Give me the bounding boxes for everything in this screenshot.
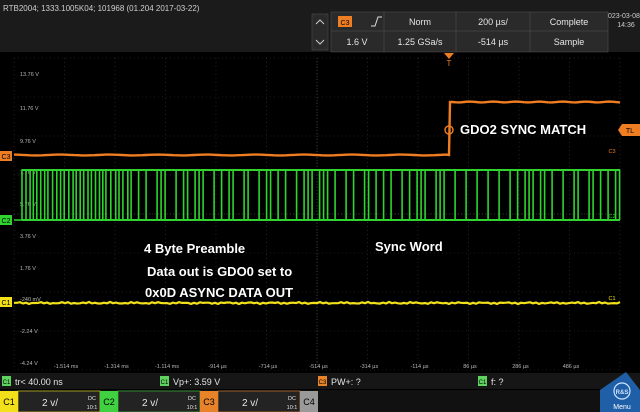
measurement-channel: C3 — [319, 380, 327, 386]
channel-coupling: DC — [288, 396, 296, 402]
channel-scale: 2 v/ — [142, 398, 158, 409]
channel-label: C4 — [303, 397, 315, 407]
x-tick-label: -1.114 ms — [155, 364, 179, 370]
acq-state[interactable]: Complete — [550, 17, 589, 27]
x-tick-label: -114 µs — [410, 364, 428, 370]
device-info: RTB2004; 1333.1005K04; 101968 (01.204 20… — [3, 4, 200, 13]
data-out-label: Data out is GDO0 set to — [147, 264, 292, 279]
measurement-channel: C1 — [479, 380, 487, 386]
y-tick-label: -4.24 V — [20, 361, 38, 367]
x-tick-label: -314 µs — [360, 364, 379, 370]
gdo2-annotation: GDO2 SYNC MATCH — [444, 122, 586, 137]
collapse-button[interactable] — [311, 13, 329, 51]
acq-mode[interactable]: Sample — [554, 37, 585, 47]
measurement-channel: C1 — [161, 380, 169, 386]
channel-label: C1 — [3, 397, 15, 407]
x-tick-label: -1.314 ms — [104, 364, 129, 370]
channel-coupling: DC — [88, 396, 96, 402]
channel-coupling: DC — [188, 396, 196, 402]
date-readout: 2023-03-08 — [604, 13, 640, 20]
x-tick-label: -514 µs — [309, 364, 328, 370]
channel-probe-ratio: 10:1 — [87, 405, 98, 411]
svg-text:TL: TL — [626, 128, 634, 135]
channel-label: C2 — [103, 397, 115, 407]
channel-scale: 2 v/ — [242, 398, 258, 409]
y-tick-label: -2.24 V — [20, 329, 38, 335]
brand-mark: R&S — [616, 390, 629, 396]
c1-right-label: C1 — [608, 296, 615, 302]
trigger-position-marker[interactable]: T — [444, 53, 454, 68]
y-tick-label: 11.76 V — [20, 106, 39, 112]
measurement-value: Vp+: 3.59 V — [173, 377, 220, 387]
c1-ground-marker[interactable]: C1 — [0, 297, 12, 307]
trigger-mode[interactable]: Norm — [409, 17, 431, 27]
x-tick-label: -914 µs — [208, 364, 227, 370]
measurement-value: PW+: ? — [331, 377, 361, 387]
measurement-readout[interactable]: C3 PW+: ? — [318, 376, 361, 387]
gdo2-label: GDO2 SYNC MATCH — [460, 122, 586, 137]
x-tick-label: 486 µs — [563, 364, 580, 370]
channel-probe-ratio: 10:1 — [187, 405, 198, 411]
horizontal-position[interactable]: -514 µs — [478, 37, 509, 47]
channel-scale: 2 v/ — [42, 398, 58, 409]
svg-text:C3: C3 — [341, 20, 350, 27]
measurement-readout[interactable]: C1 f: ? — [478, 376, 504, 387]
trigger-level-marker[interactable]: TL — [618, 124, 640, 136]
data-out-label-2: 0x0D ASYNC DATA OUT — [145, 285, 293, 300]
channel-buttons[interactable]: C1 2 v/DC 10:1 C2 2 v/DC 10:1 C3 2 v/DC 10:1 C4 — [0, 390, 318, 412]
svg-text:C3: C3 — [2, 154, 11, 161]
svg-text:C2: C2 — [2, 218, 11, 225]
svg-text:C1: C1 — [2, 300, 11, 307]
timebase[interactable]: 200 µs/ — [478, 17, 508, 27]
channel-button-c3[interactable]: C3 2 v/DC 10:1 — [200, 390, 301, 412]
svg-text:T: T — [447, 59, 452, 68]
x-tick-label: -714 µs — [259, 364, 278, 370]
trigger-panel[interactable]: C3 Norm 200 µs/ Complete 1.6 V 1.25 GSa/… — [330, 11, 609, 53]
x-axis-labels: -1.514 ms -1.314 ms -1.114 ms -914 µs -714 µ… — [54, 364, 580, 370]
trigger-level[interactable]: 1.6 V — [346, 37, 367, 47]
y-tick-label: 13.76 V — [20, 72, 39, 78]
x-tick-label: 86 µs — [463, 364, 477, 370]
measurement-value: f: ? — [491, 377, 504, 387]
c3-right-label: C3 — [608, 149, 615, 155]
sync-word-label: Sync Word — [375, 239, 443, 254]
y-tick-label: 3.76 V — [20, 234, 36, 240]
x-tick-label: -1.514 ms — [54, 364, 79, 370]
menu-label: Menu — [613, 404, 631, 411]
measurement-value: tr< 40.00 ns — [15, 377, 63, 387]
preamble-label: 4 Byte Preamble — [144, 241, 245, 256]
y-tick-label: 9.76 V — [20, 139, 36, 145]
channel-1-trace — [14, 300, 621, 306]
measurement-channel: C1 — [3, 380, 11, 386]
sample-rate[interactable]: 1.25 GSa/s — [397, 37, 443, 47]
channel-label: C3 — [203, 397, 215, 407]
time-readout: 14:36 — [617, 22, 635, 29]
channel-probe-ratio: 10:1 — [287, 405, 298, 411]
c2-ground-marker[interactable]: C2 — [0, 215, 12, 225]
y-tick-label: 1.76 V — [20, 266, 36, 272]
x-tick-label: 286 µs — [512, 364, 529, 370]
channel-button-c4[interactable]: C4 — [300, 391, 318, 412]
c3-ground-marker[interactable]: C3 — [0, 151, 12, 161]
channel-button-c1[interactable]: C1 2 v/DC 10:1 — [0, 390, 101, 412]
c2-right-label: C2 — [608, 214, 615, 220]
channel-button-c2[interactable]: C2 2 v/DC 10:1 — [100, 390, 201, 412]
oscilloscope-screen: RTB2004; 1333.1005K04; 101968 (01.204 20… — [0, 0, 640, 412]
